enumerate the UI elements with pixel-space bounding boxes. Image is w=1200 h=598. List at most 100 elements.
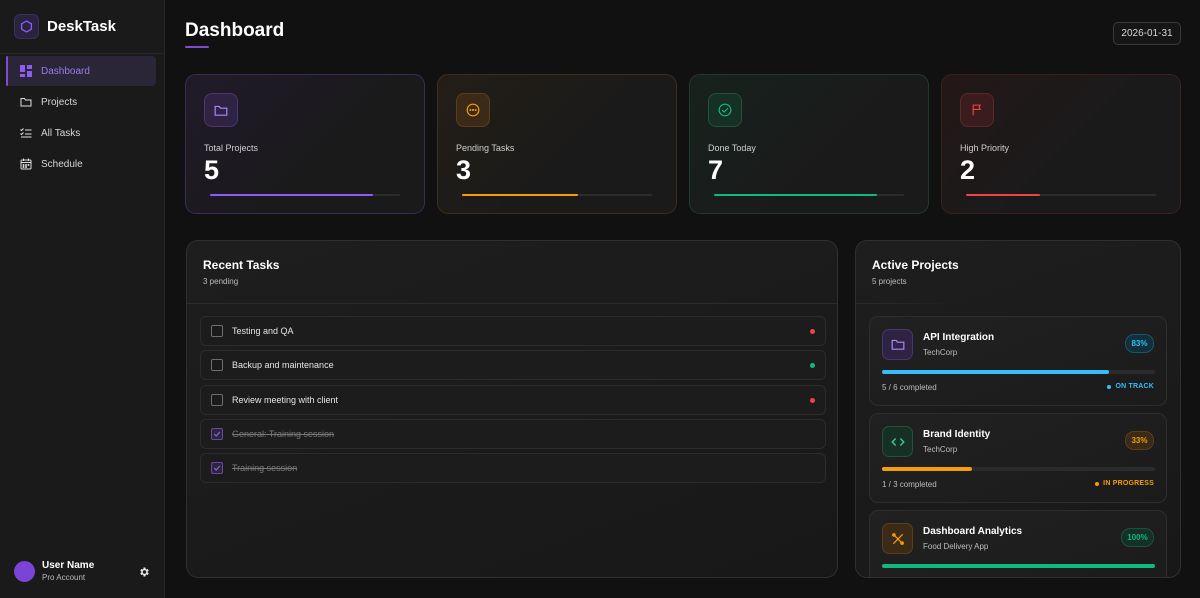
project-progress-track [882,564,1155,568]
folder-icon [204,93,238,127]
status-dot [1107,384,1112,389]
stat-progress-track [966,194,1156,196]
task-checkbox[interactable] [211,428,223,440]
status-badge: IN PROGRESS [1095,480,1154,487]
status-text: ON TRACK [1115,383,1154,390]
project-card-api-integration[interactable]: API Integration TechCorp 83% 5 / 6 compl… [869,316,1167,406]
sidebar-item-label: Projects [41,96,78,108]
stat-value: 3 [456,155,472,185]
stat-progress-track [210,194,400,196]
date-display[interactable]: 2026-01-31 [1113,22,1181,45]
recent-tasks-panel: Recent Tasks 3 pending Testing and QA Ba… [186,240,838,578]
user-name: User Name [42,560,95,571]
sidebar-nav: Dashboard Projects All Tasks Schedule [0,56,164,179]
project-progress-track [882,370,1155,374]
stat-progress-fill [714,194,878,196]
project-card-dashboard-analytics[interactable]: Dashboard Analytics Food Delivery App 10… [869,510,1167,577]
status-dot [1095,481,1100,486]
project-progress-track [882,467,1155,471]
tools-icon [882,523,913,554]
stat-value: 5 [204,155,220,185]
stat-label: Done Today [708,143,756,153]
stat-progress-track [714,194,904,196]
panel-subtitle: 5 projects [872,277,907,286]
sidebar-item-label: Dashboard [41,65,90,77]
priority-dot [810,329,815,334]
brand[interactable]: DeskTask [0,0,164,54]
completed-count: 1 / 3 completed [882,480,937,489]
project-client: TechCorp [923,445,958,454]
task-title: Training session [232,463,298,473]
hexagon-logo-icon [14,14,39,39]
checklist-icon [20,127,32,139]
user-profile[interactable]: User Name Pro Account [14,558,154,584]
priority-dot [810,398,815,403]
project-client: Food Delivery App [923,542,989,551]
check-icon [213,465,221,471]
divider [856,303,966,304]
project-name: Dashboard Analytics [923,526,1023,537]
task-row[interactable]: Review meeting with client [200,385,826,415]
percent-badge: 33% [1125,431,1154,450]
sidebar: DeskTask Dashboard Projects All Tasks Sc… [0,0,165,598]
task-checkbox[interactable] [211,394,223,406]
clock-dots-icon [456,93,490,127]
avatar [14,560,35,582]
stat-value: 2 [960,155,976,185]
task-checkbox[interactable] [211,325,223,337]
calendar-icon [20,158,32,170]
task-row[interactable]: Backup and maintenance [200,350,826,380]
project-progress-fill [882,467,973,471]
app-name: DeskTask [47,18,116,35]
stat-label: Pending Tasks [456,143,515,153]
panel-title: Active Projects [872,258,959,272]
panel-title: Recent Tasks [203,258,280,272]
status-badge: ON TRACK [1107,383,1154,390]
sidebar-item-label: Schedule [41,158,83,170]
sidebar-item-label: All Tasks [41,127,81,139]
task-row[interactable]: Training session [200,453,826,483]
project-client: TechCorp [923,348,958,357]
check-circle-icon [708,93,742,127]
task-title: General: Training session [232,429,335,439]
panel-subtitle: 3 pending [203,277,239,286]
stat-label: Total Projects [204,143,259,153]
sidebar-item-projects[interactable]: Projects [6,87,156,117]
project-progress-fill [882,370,1109,374]
folder-icon [882,329,913,360]
task-checkbox[interactable] [211,359,223,371]
stat-card-pending-tasks[interactable]: Pending Tasks 3 [437,74,677,214]
folder-icon [20,96,32,108]
completed-count: 5 / 6 completed [882,383,937,392]
divider [187,303,837,304]
code-brackets-icon [882,426,913,457]
title-underline [185,46,209,48]
sidebar-item-all-tasks[interactable]: All Tasks [6,118,156,148]
stat-card-done-today[interactable]: Done Today 7 [689,74,929,214]
dashboard-grid-icon [20,65,32,77]
percent-badge: 100% [1121,528,1154,547]
stat-card-total-projects[interactable]: Total Projects 5 [185,74,425,214]
user-plan: Pro Account [42,573,86,582]
stat-card-high-priority[interactable]: High Priority 2 [941,74,1181,214]
status-text: IN PROGRESS [1103,480,1154,487]
task-row[interactable]: Testing and QA [200,316,826,346]
project-name: API Integration [923,332,995,343]
check-icon [213,431,221,437]
sidebar-item-dashboard[interactable]: Dashboard [6,56,156,86]
project-name: Brand Identity [923,429,991,440]
gear-icon[interactable] [138,565,150,577]
page-title: Dashboard [185,20,285,41]
stat-value: 7 [708,155,724,185]
priority-dot [810,363,815,368]
flag-icon [960,93,994,127]
stat-progress-fill [210,194,374,196]
task-title: Backup and maintenance [232,360,334,370]
task-row[interactable]: General: Training session [200,419,826,449]
stat-label: High Priority [960,143,1010,153]
sidebar-item-schedule[interactable]: Schedule [6,149,156,179]
project-card-brand-identity[interactable]: Brand Identity TechCorp 33% 1 / 3 comple… [869,413,1167,503]
percent-badge: 83% [1125,334,1154,353]
task-checkbox[interactable] [211,462,223,474]
stat-progress-fill [462,194,578,196]
